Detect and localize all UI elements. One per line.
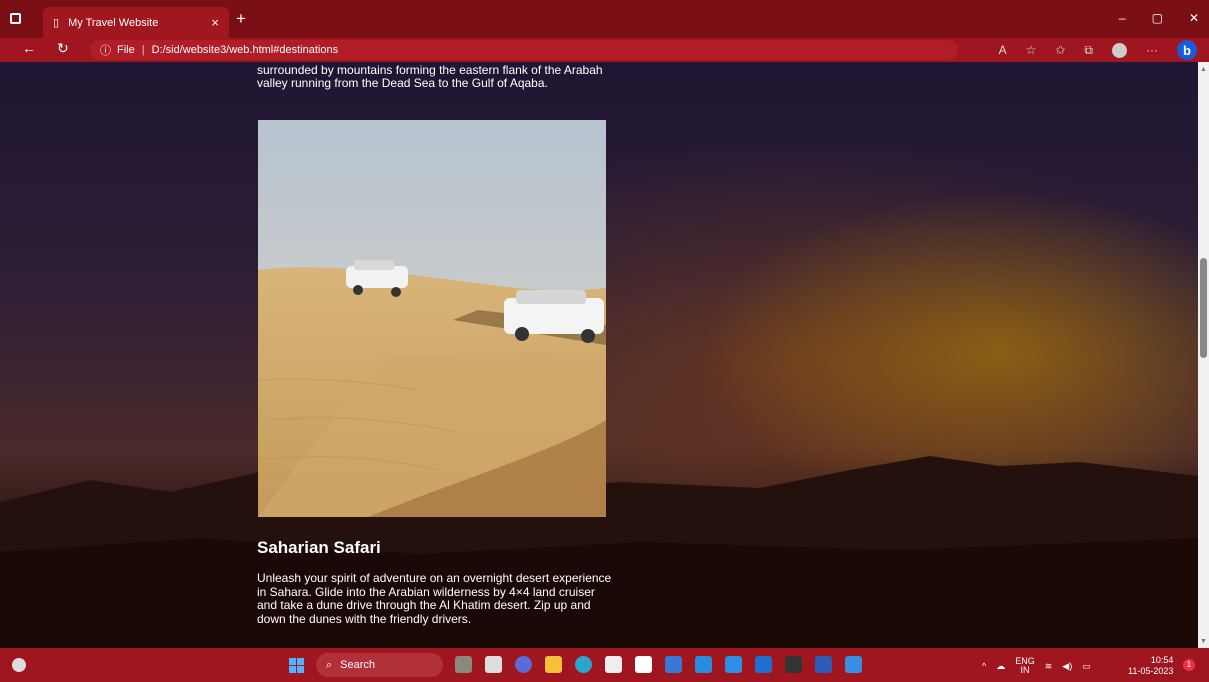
address-bar-row: ← ↻ ⓘ File | D:/sid/website3/web.html#de… [0, 38, 1209, 62]
terminal-icon[interactable] [785, 656, 802, 673]
page-scrollbar[interactable]: ▲ ▼ [1198, 62, 1209, 648]
read-aloud-icon[interactable]: A [999, 43, 1007, 57]
favorites-add-icon[interactable]: ☆ [1026, 43, 1037, 57]
section-heading: Saharian Safari [257, 538, 381, 557]
profile-icon[interactable] [1112, 42, 1127, 58]
browser-tab-bar: ▯ My Travel Website × + – ▢ ✕ [0, 0, 1209, 38]
safari-photo [258, 120, 606, 517]
minimize-button[interactable]: – [1119, 11, 1126, 25]
url-text[interactable]: D:/sid/website3/web.html#destinations [152, 44, 338, 56]
back-icon[interactable]: ← [22, 40, 36, 56]
notification-badge[interactable]: 1 [1183, 659, 1195, 671]
collections-icon[interactable]: ⧉ [1084, 43, 1093, 58]
page-icon: ▯ [53, 17, 60, 29]
mail-icon[interactable] [755, 656, 772, 673]
section-description: Unleash your spirit of adventure on an o… [257, 571, 612, 626]
language-indicator[interactable]: ENG IN [1015, 657, 1035, 675]
photos-icon[interactable] [665, 656, 682, 673]
notepad-icon[interactable] [845, 656, 862, 673]
bing-icon[interactable]: b [1177, 40, 1197, 60]
clock-date: 11-05-2023 [1128, 666, 1174, 676]
windows-taskbar: ⌕ Search ^ ☁ ENG IN ≋ ◀) ▭ 10:54 11-05-2… [0, 648, 1209, 682]
favorites-icon[interactable]: ✩ [1055, 43, 1065, 57]
close-window-button[interactable]: ✕ [1189, 11, 1199, 25]
document-icon[interactable] [635, 656, 652, 673]
window-icon[interactable] [10, 13, 21, 24]
scroll-down-icon[interactable]: ▼ [1200, 638, 1207, 645]
chevron-up-icon[interactable]: ^ [982, 661, 986, 671]
system-tray: ^ ☁ ENG IN ≋ ◀) ▭ [982, 657, 1091, 675]
app-icon[interactable] [455, 656, 472, 673]
edge-icon[interactable] [575, 656, 592, 673]
intro-paragraph: surrounded by mountains forming the east… [257, 63, 603, 90]
tab-my-travel-website[interactable]: ▯ My Travel Website × [43, 7, 229, 38]
weather-icon[interactable] [12, 658, 26, 672]
taskbar-apps [455, 656, 862, 673]
word-icon[interactable] [815, 656, 832, 673]
battery-icon[interactable]: ▭ [1082, 661, 1091, 672]
calendar-icon[interactable] [695, 656, 712, 673]
url-field[interactable]: ⓘ File | D:/sid/website3/web.html#destin… [90, 40, 958, 60]
url-prefix: File [117, 44, 135, 56]
vscode-icon[interactable] [725, 656, 742, 673]
info-icon[interactable]: ⓘ [100, 42, 111, 58]
taskbar-search[interactable]: ⌕ Search [316, 653, 443, 677]
page-viewport: surrounded by mountains forming the east… [0, 62, 1198, 648]
start-icon[interactable] [289, 658, 304, 673]
clock-time: 10:54 [1150, 655, 1174, 665]
new-tab-button[interactable]: + [236, 9, 246, 29]
scrollbar-thumb[interactable] [1200, 258, 1207, 358]
refresh-icon[interactable]: ↻ [57, 40, 69, 57]
volume-icon[interactable]: ◀) [1062, 661, 1072, 672]
store-icon[interactable] [605, 656, 622, 673]
wifi-icon[interactable]: ≋ [1045, 661, 1053, 672]
tab-title: My Travel Website [68, 16, 159, 29]
search-label: Search [340, 659, 376, 671]
maximize-button[interactable]: ▢ [1152, 11, 1163, 25]
teams-icon[interactable] [515, 656, 532, 673]
cloud-icon[interactable]: ☁ [996, 661, 1005, 672]
file-explorer-icon[interactable] [545, 656, 562, 673]
url-separator: | [141, 44, 145, 56]
lang-region: IN [1020, 665, 1030, 675]
more-icon[interactable]: ··· [1146, 43, 1158, 57]
scroll-up-icon[interactable]: ▲ [1200, 66, 1207, 73]
clock[interactable]: 10:54 11-05-2023 [1128, 655, 1173, 677]
tab-close-button[interactable]: × [211, 15, 219, 30]
search-icon: ⌕ [326, 658, 333, 671]
taskview-icon[interactable] [485, 656, 502, 673]
